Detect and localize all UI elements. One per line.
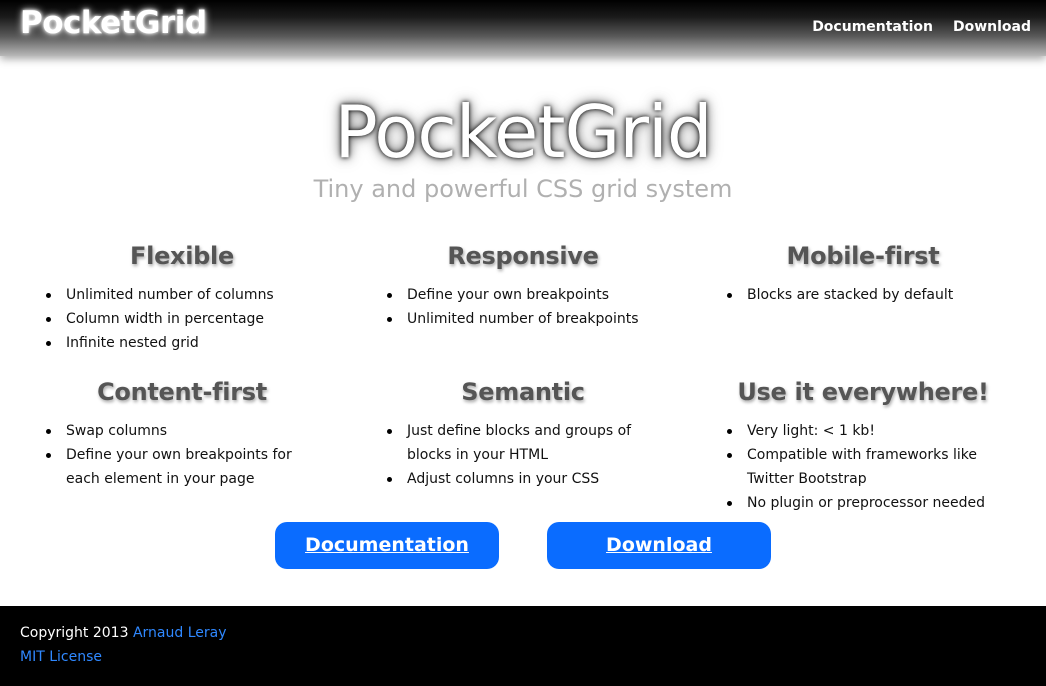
- feature-title: Use it everywhere!: [737, 378, 989, 406]
- top-navbar: PocketGrid Documentation Download: [0, 0, 1046, 56]
- footer: Copyright 2013 Arnaud Leray MIT License: [0, 606, 1046, 686]
- top-nav: Documentation Download: [812, 19, 1031, 35]
- feature-responsive: Responsive Define your own breakpoints U…: [353, 239, 693, 331]
- hero-subtitle: Tiny and powerful CSS grid system: [313, 175, 733, 203]
- feature-flexible: Flexible Unlimited number of columns Col…: [12, 239, 352, 355]
- nav-download-link[interactable]: Download: [953, 19, 1031, 35]
- license-link[interactable]: MIT License: [20, 649, 102, 665]
- list-item: Blocks are stacked by default: [727, 283, 999, 307]
- list-item: Swap columns: [46, 419, 318, 443]
- feature-list: Very light: < 1 kb! Compatible with fram…: [693, 419, 1033, 515]
- download-button[interactable]: Download: [547, 522, 771, 569]
- documentation-button[interactable]: Documentation: [275, 522, 499, 569]
- license-line: MIT License: [20, 649, 102, 665]
- feature-title: Flexible: [130, 242, 234, 270]
- feature-title: Responsive: [447, 242, 599, 270]
- list-item: Column width in percentage: [46, 307, 318, 331]
- feature-title: Semantic: [461, 378, 585, 406]
- feature-semantic: Semantic Just define blocks and groups o…: [353, 375, 693, 491]
- feature-use-it-everywhere: Use it everywhere! Very light: < 1 kb! C…: [693, 375, 1033, 515]
- hero-title: PocketGrid: [334, 90, 712, 174]
- feature-list: Unlimited number of columns Column width…: [12, 283, 352, 355]
- feature-list: Define your own breakpoints Unlimited nu…: [353, 283, 693, 331]
- list-item: Compatible with frameworks like Twitter …: [727, 443, 999, 491]
- brand-logo-link[interactable]: PocketGrid: [20, 5, 207, 41]
- list-item: Define your own breakpoints for each ele…: [46, 443, 318, 491]
- list-item: Unlimited number of breakpoints: [387, 307, 659, 331]
- list-item: Just define blocks and groups of blocks …: [387, 419, 659, 467]
- feature-list: Swap columns Define your own breakpoints…: [12, 419, 352, 491]
- feature-mobile-first: Mobile-first Blocks are stacked by defau…: [693, 239, 1033, 307]
- copyright-text: Copyright 2013: [20, 625, 129, 641]
- list-item: Unlimited number of columns: [46, 283, 318, 307]
- list-item: Very light: < 1 kb!: [727, 419, 999, 443]
- feature-title: Content-first: [97, 378, 267, 406]
- feature-title: Mobile-first: [786, 242, 940, 270]
- list-item: No plugin or preprocessor needed: [727, 491, 999, 515]
- nav-documentation-link[interactable]: Documentation: [812, 19, 933, 35]
- feature-content-first: Content-first Swap columns Define your o…: [12, 375, 352, 491]
- list-item: Adjust columns in your CSS: [387, 467, 659, 491]
- feature-list: Just define blocks and groups of blocks …: [353, 419, 693, 491]
- feature-list: Blocks are stacked by default: [693, 283, 1033, 307]
- list-item: Define your own breakpoints: [387, 283, 659, 307]
- list-item: Infinite nested grid: [46, 331, 318, 355]
- copyright-line: Copyright 2013 Arnaud Leray: [20, 625, 227, 641]
- author-link[interactable]: Arnaud Leray: [133, 625, 227, 641]
